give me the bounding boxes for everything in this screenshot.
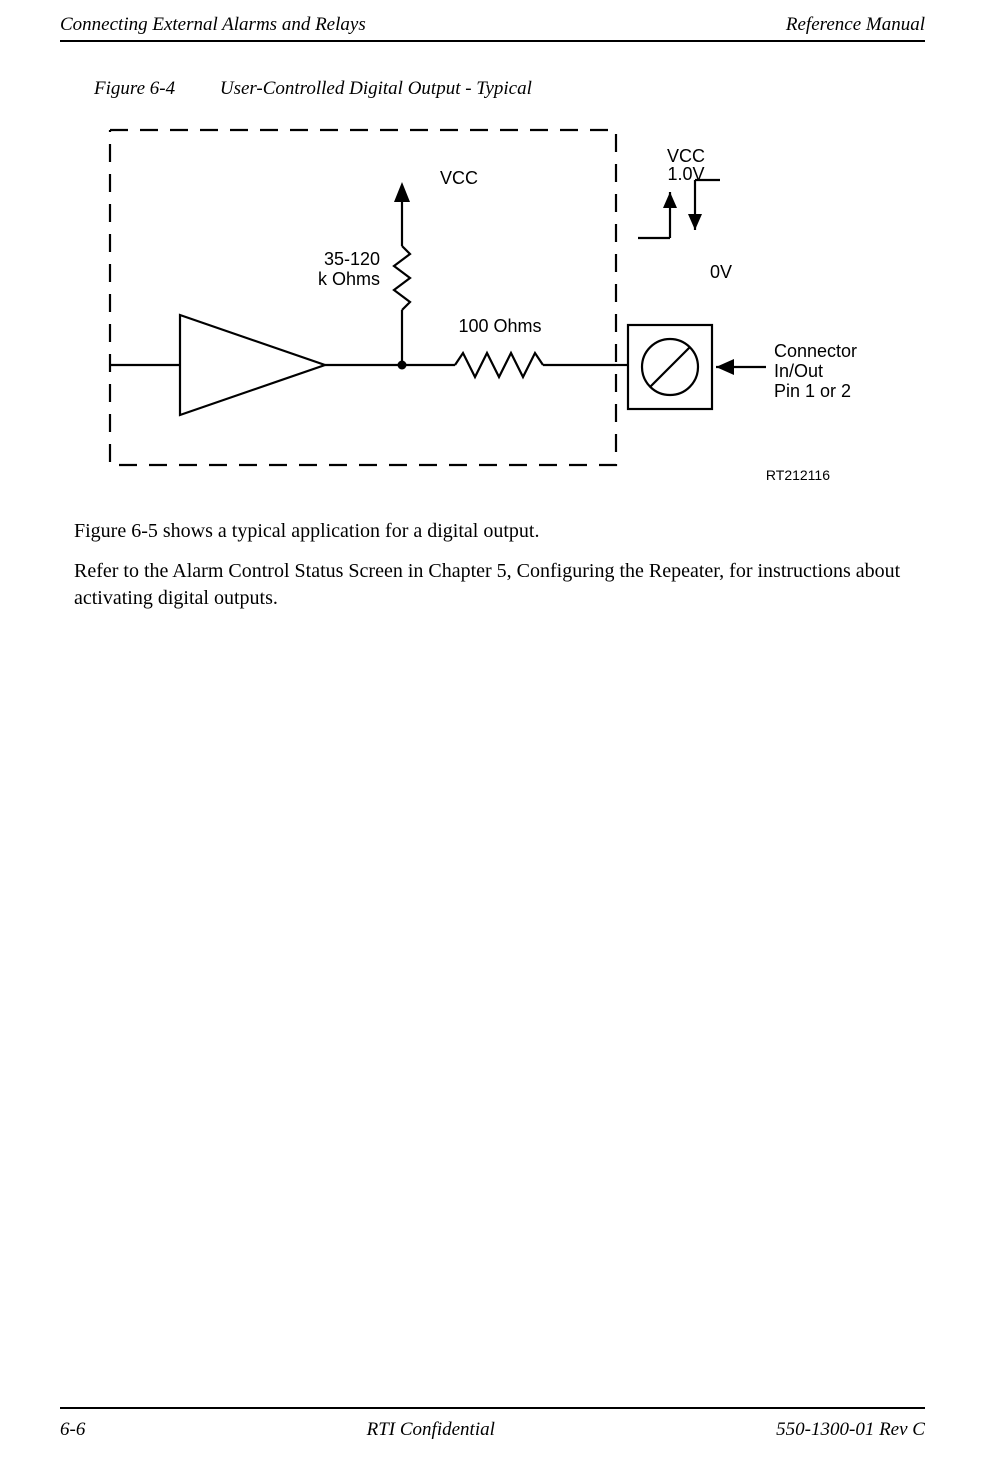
figure-area: VCC 35-120 k Ohms 100 Ohms Connector In/…	[60, 120, 925, 500]
pulse-step-icon	[638, 180, 720, 238]
paragraph-1: Figure 6-5 shows a typical application f…	[74, 518, 925, 545]
drawing-id: RT212116	[766, 467, 830, 483]
connector-label-2: In/Out	[774, 361, 823, 381]
header-right: Reference Manual	[786, 14, 925, 36]
running-header: Connecting External Alarms and Relays Re…	[60, 14, 925, 36]
running-footer: 6-6 RTI Confidential 550-1300-01 Rev C	[60, 1419, 925, 1441]
pullup-value-line1: 35-120	[324, 249, 380, 269]
series-resistor-icon	[455, 353, 543, 377]
footer-center: RTI Confidential	[367, 1419, 495, 1441]
buffer-triangle-icon	[180, 315, 325, 415]
header-rule	[60, 40, 925, 42]
connector-label-3: Pin 1 or 2	[774, 381, 851, 401]
connector-label-1: Connector	[774, 341, 857, 361]
circuit-diagram: VCC 35-120 k Ohms 100 Ohms Connector In/…	[60, 120, 925, 500]
pulse-up-arrow-head-icon	[663, 192, 677, 208]
connector-arrow-head-icon	[716, 359, 734, 375]
pullup-resistor-icon	[394, 246, 410, 310]
header-left: Connecting External Alarms and Relays	[60, 14, 366, 36]
footer-right: 550-1300-01 Rev C	[776, 1419, 925, 1441]
vcc-arrow-icon	[394, 182, 410, 202]
series-value: 100 Ohms	[458, 316, 541, 336]
paragraph-2: Refer to the Alarm Control Status Screen…	[74, 558, 925, 612]
pullup-value-line2: k Ohms	[318, 269, 380, 289]
vcc-label: VCC	[440, 168, 478, 188]
dashed-box	[110, 130, 616, 465]
footer-rule	[60, 1407, 925, 1409]
pulse-down-arrow-head-icon	[688, 214, 702, 230]
page: Connecting External Alarms and Relays Re…	[0, 0, 985, 1465]
pulse-vcc-line1: VCC	[667, 146, 705, 166]
pulse-0v: 0V	[710, 262, 732, 282]
figure-caption: Figure 6-4 User-Controlled Digital Outpu…	[94, 78, 532, 100]
figure-label: Figure 6-4	[94, 78, 175, 99]
footer-left: 6-6	[60, 1419, 85, 1441]
figure-title: User-Controlled Digital Output - Typical	[220, 78, 532, 99]
pulse-vcc-line2: 1.0V	[667, 164, 704, 184]
